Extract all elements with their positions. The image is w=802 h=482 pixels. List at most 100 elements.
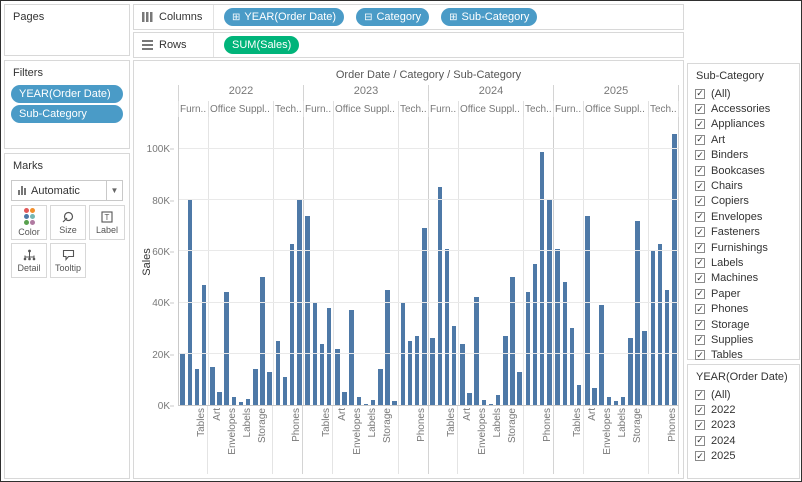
- subcategory-filter-item-storage[interactable]: ✓Storage: [695, 317, 795, 332]
- bar-2024-bookcases[interactable]: [430, 338, 435, 405]
- bar-2023-copiers[interactable]: [408, 341, 413, 405]
- bar-2022-binders[interactable]: [224, 292, 229, 405]
- columns-pill-category[interactable]: ⊟Category: [356, 8, 429, 26]
- checkbox-checked[interactable]: ✓: [695, 227, 705, 237]
- category-header-technology[interactable]: Tech..: [649, 101, 679, 117]
- subcategory-filter-item-bookcases[interactable]: ✓Bookcases: [695, 163, 795, 178]
- year-header-2024[interactable]: 2024: [429, 85, 554, 101]
- rows-shelf[interactable]: Rows SUM(Sales): [133, 32, 684, 58]
- category-header-furniture[interactable]: Furn..: [304, 101, 334, 117]
- category-header-office-supplies[interactable]: Office Suppl..: [459, 101, 524, 117]
- subcategory-filter-item-chairs[interactable]: ✓Chairs: [695, 178, 795, 193]
- mark-type-dropdown[interactable]: Automatic ▼: [11, 180, 123, 201]
- bar-2022-storage[interactable]: [260, 277, 265, 405]
- bar-2024-machines[interactable]: [540, 152, 545, 405]
- category-header-furniture[interactable]: Furn..: [554, 101, 584, 117]
- bar-2025-tables[interactable]: [577, 385, 582, 405]
- checkbox-checked[interactable]: ✓: [695, 304, 705, 314]
- category-header-office-supplies[interactable]: Office Suppl..: [209, 101, 274, 117]
- bar-2022-paper[interactable]: [253, 369, 258, 405]
- filter-pill-sub-category[interactable]: Sub-Category: [11, 105, 123, 123]
- color-button[interactable]: Color: [11, 205, 47, 240]
- bar-2025-binders[interactable]: [599, 305, 604, 405]
- columns-pill-sub-category[interactable]: ⊞Sub-Category: [441, 8, 537, 26]
- checkbox-checked[interactable]: ✓: [695, 289, 705, 299]
- subcategory-filter-item-envelopes[interactable]: ✓Envelopes: [695, 209, 795, 224]
- subcategory-filter-item-tables[interactable]: ✓Tables: [695, 348, 795, 363]
- checkbox-checked[interactable]: ✓: [695, 405, 705, 415]
- bar-2025-labels[interactable]: [621, 397, 626, 405]
- bar-2024-copiers[interactable]: [533, 264, 538, 405]
- bar-2025-art[interactable]: [592, 388, 597, 405]
- year-header-2022[interactable]: 2022: [178, 85, 304, 101]
- checkbox-checked[interactable]: ✓: [695, 181, 705, 191]
- checkbox-checked[interactable]: ✓: [695, 420, 705, 430]
- bar-2023-machines[interactable]: [415, 336, 420, 405]
- columns-shelf[interactable]: Columns ⊞YEAR(Order Date)⊟Category⊞Sub-C…: [133, 4, 684, 30]
- collapse-icon[interactable]: ⊟: [364, 12, 372, 23]
- bar-2022-supplies[interactable]: [267, 372, 272, 405]
- bar-2024-supplies[interactable]: [517, 372, 522, 405]
- bar-2025-chairs[interactable]: [563, 282, 568, 405]
- bar-2025-supplies[interactable]: [642, 331, 647, 405]
- bar-2023-art[interactable]: [342, 392, 347, 405]
- checkbox-checked[interactable]: ✓: [695, 390, 705, 400]
- bar-2025-envelopes[interactable]: [607, 397, 612, 405]
- bar-2023-labels[interactable]: [371, 400, 376, 405]
- bar-2023-tables[interactable]: [327, 308, 332, 405]
- bar-2023-storage[interactable]: [385, 290, 390, 405]
- checkbox-checked[interactable]: ✓: [695, 89, 705, 99]
- subcategory-filter-item-furnishings[interactable]: ✓Furnishings: [695, 240, 795, 255]
- checkbox-checked[interactable]: ✓: [695, 196, 705, 206]
- subcategory-filter-item-labels[interactable]: ✓Labels: [695, 255, 795, 270]
- year-filter-item-2024[interactable]: ✓2024: [695, 433, 795, 448]
- bar-2022-labels[interactable]: [246, 399, 251, 405]
- pages-shelf[interactable]: Pages: [4, 4, 130, 56]
- bar-2023-supplies[interactable]: [392, 401, 397, 405]
- subcategory-filter-item-appliances[interactable]: ✓Appliances: [695, 117, 795, 132]
- bar-2023-phones[interactable]: [422, 228, 427, 405]
- category-header-furniture[interactable]: Furn..: [178, 101, 209, 117]
- category-header-office-supplies[interactable]: Office Suppl..: [334, 101, 399, 117]
- bar-2023-envelopes[interactable]: [357, 397, 362, 405]
- year-filter-item-2025[interactable]: ✓2025: [695, 449, 795, 464]
- bar-2025-machines[interactable]: [665, 290, 670, 405]
- subcategory-filter-item-art[interactable]: ✓Art: [695, 132, 795, 147]
- category-header-office-supplies[interactable]: Office Suppl..: [584, 101, 649, 117]
- bar-2023-appliances[interactable]: [335, 349, 340, 405]
- filter-pill-year-order-date-[interactable]: YEAR(Order Date): [11, 85, 123, 103]
- subcategory-filter-item-phones[interactable]: ✓Phones: [695, 301, 795, 316]
- bar-2024-art[interactable]: [467, 393, 472, 405]
- bar-2024-tables[interactable]: [452, 326, 457, 405]
- year-filter-item-2022[interactable]: ✓2022: [695, 402, 795, 417]
- rows-pill-sum-sales-[interactable]: SUM(Sales): [224, 36, 299, 54]
- subcategory-filter-item-copiers[interactable]: ✓Copiers: [695, 194, 795, 209]
- subcategory-filter-item-paper[interactable]: ✓Paper: [695, 286, 795, 301]
- checkbox-checked[interactable]: ✓: [695, 258, 705, 268]
- columns-pill-year-order-date-[interactable]: ⊞YEAR(Order Date): [224, 8, 344, 26]
- subcategory-filter-item--all-[interactable]: ✓(All): [695, 86, 795, 101]
- year-header-2023[interactable]: 2023: [304, 85, 429, 101]
- bar-2022-copiers[interactable]: [283, 377, 288, 405]
- subcategory-filter-item-binders[interactable]: ✓Binders: [695, 148, 795, 163]
- bar-2025-bookcases[interactable]: [555, 249, 560, 405]
- checkbox-checked[interactable]: ✓: [695, 166, 705, 176]
- bar-2022-appliances[interactable]: [210, 367, 215, 405]
- bar-2022-art[interactable]: [217, 392, 222, 405]
- checkbox-checked[interactable]: ✓: [695, 350, 705, 360]
- bar-2023-binders[interactable]: [349, 310, 354, 405]
- bar-2022-machines[interactable]: [290, 244, 295, 405]
- bar-2024-furnishings[interactable]: [445, 249, 450, 405]
- bar-2022-fasteners[interactable]: [239, 402, 244, 405]
- category-header-technology[interactable]: Tech..: [274, 101, 304, 117]
- bar-2024-storage[interactable]: [510, 277, 515, 405]
- checkbox-checked[interactable]: ✓: [695, 135, 705, 145]
- expand-icon[interactable]: ⊞: [232, 12, 240, 23]
- year-header-2025[interactable]: 2025: [554, 85, 679, 101]
- bar-2025-fasteners[interactable]: [614, 401, 619, 405]
- bar-2024-accessories[interactable]: [526, 292, 531, 405]
- bar-2022-accessories[interactable]: [276, 341, 281, 405]
- bar-2023-bookcases[interactable]: [305, 216, 310, 405]
- bar-2025-accessories[interactable]: [651, 251, 656, 405]
- bar-2024-paper[interactable]: [503, 336, 508, 405]
